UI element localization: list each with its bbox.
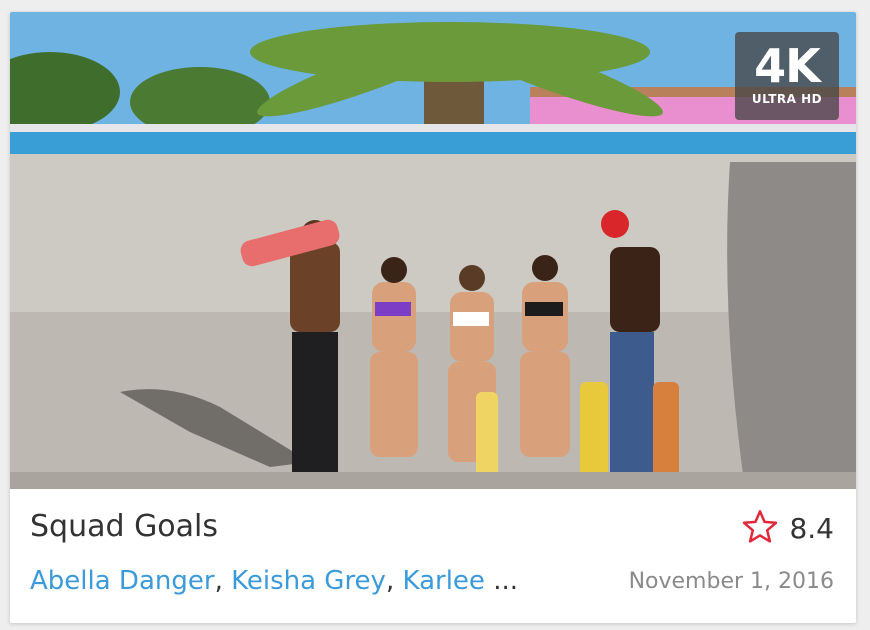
video-thumbnail[interactable]: 4K ULTRA HD [10, 12, 856, 489]
performer-overflow: ... [493, 566, 518, 596]
rating: 8.4 [741, 509, 834, 549]
release-date: November 1, 2016 [628, 569, 834, 594]
star-outline-icon[interactable] [741, 509, 779, 549]
video-card[interactable]: 4K ULTRA HD Squad Goals 8.4 Abella Dange… [10, 12, 856, 623]
rating-value: 8.4 [789, 512, 834, 545]
performer-separator: , [214, 566, 223, 596]
4k-badge: 4K ULTRA HD [735, 32, 839, 120]
badge-main-text: 4K [754, 39, 821, 93]
performer-separator: , [385, 566, 395, 596]
video-info: Squad Goals 8.4 Abella Danger, Keisha Gr… [10, 489, 856, 623]
badge-sub-text: ULTRA HD [751, 92, 823, 106]
performer-link-abella-danger[interactable]: Abella Danger [30, 566, 215, 596]
video-title[interactable]: Squad Goals [30, 509, 218, 545]
performer-list: Abella Danger, Keisha Grey, Karlee ... [30, 565, 518, 597]
performer-link-karlee[interactable]: Karlee [402, 566, 484, 596]
performer-link-keisha-grey[interactable]: Keisha Grey [231, 566, 386, 596]
